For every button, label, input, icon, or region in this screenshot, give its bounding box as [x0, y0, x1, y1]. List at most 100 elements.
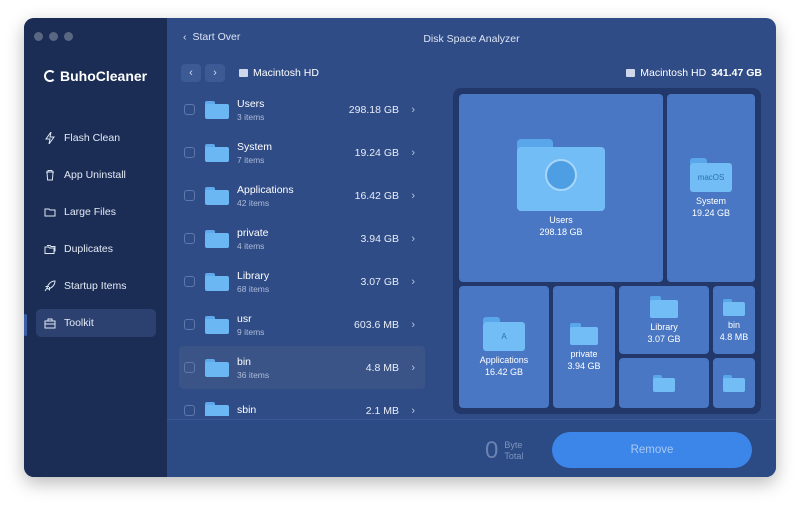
close-window-button[interactable] [34, 32, 43, 41]
item-size: 4.8 MB [365, 361, 399, 374]
sidebar-item-startup-items[interactable]: Startup Items [36, 272, 156, 300]
folder-icon [205, 143, 229, 162]
page-title: Disk Space Analyzer [423, 33, 520, 45]
row-checkbox[interactable] [184, 362, 195, 373]
tile-size: 16.42 GB [484, 367, 524, 377]
disk-summary: Macintosh HD 341.47 GB [626, 67, 762, 79]
selection-total: 0 Byte Total [485, 437, 523, 465]
treemap-tile-usr[interactable] [619, 358, 709, 408]
item-size: 2.1 MB [365, 404, 399, 417]
row-checkbox[interactable] [184, 276, 195, 287]
list-item[interactable]: private 4 items 3.94 GB › [179, 217, 425, 260]
treemap-tile-library[interactable]: Library 3.07 GB [619, 286, 709, 354]
item-size: 3.94 GB [360, 232, 399, 245]
disk-treemap: Users 298.18 GB macOS System 19.24 GB A … [453, 88, 761, 414]
treemap-tile-users[interactable]: Users 298.18 GB [459, 94, 663, 282]
row-checkbox[interactable] [184, 147, 195, 158]
chevron-right-icon[interactable]: › [411, 362, 415, 374]
item-count: 42 items [237, 197, 270, 208]
sidebar-item-flash-clean[interactable]: Flash Clean [36, 124, 156, 152]
row-checkbox[interactable] [184, 319, 195, 330]
app-brand: BuhoCleaner [44, 68, 147, 84]
list-item-selected[interactable]: bin 36 items 4.8 MB › [179, 346, 425, 389]
list-item[interactable]: usr 9 items 603.6 MB › [179, 303, 425, 346]
row-checkbox[interactable] [184, 104, 195, 115]
sidebar: BuhoCleaner Flash Clean App Uninstall La… [24, 18, 167, 477]
item-count: 4 items [237, 240, 265, 251]
tile-size: 4.8 MB [719, 331, 749, 342]
treemap-tile-system[interactable]: macOS System 19.24 GB [667, 94, 755, 282]
tile-name: Users [549, 215, 573, 225]
chevron-right-icon[interactable]: › [411, 147, 415, 159]
tile-name: System [695, 196, 726, 206]
active-nav-indicator [24, 314, 27, 336]
tile-size: 3.07 GB [647, 334, 681, 344]
list-item[interactable]: Users 3 items 298.18 GB › [179, 88, 425, 131]
chevron-left-icon: ‹ [189, 67, 193, 79]
treemap-tile-other[interactable] [713, 358, 755, 408]
applications-folder-icon: A [483, 317, 525, 351]
sidebar-item-label: Startup Items [64, 280, 127, 292]
chevron-right-icon[interactable]: › [411, 233, 415, 245]
item-size: 19.24 GB [354, 146, 399, 159]
app-window: BuhoCleaner Flash Clean App Uninstall La… [24, 18, 776, 477]
total-value: 0 [485, 437, 499, 464]
folder-icon [723, 374, 745, 392]
sidebar-item-large-files[interactable]: Large Files [36, 198, 156, 226]
disk-name: Macintosh HD [640, 67, 707, 79]
treemap-tile-private[interactable]: private 3.94 GB [553, 286, 615, 408]
row-checkbox[interactable] [184, 233, 195, 244]
item-size: 298.18 GB [348, 103, 399, 116]
tile-name: Applications [479, 355, 529, 365]
zoom-window-button[interactable] [64, 32, 73, 41]
list-item[interactable]: System 7 items 19.24 GB › [179, 131, 425, 174]
item-count: 36 items [237, 369, 270, 380]
chevron-right-icon[interactable]: › [411, 276, 415, 288]
chevron-right-icon: › [213, 67, 217, 79]
folder-icon [44, 208, 56, 217]
tile-name: Library [650, 322, 678, 332]
library-folder-icon [650, 296, 678, 318]
app-name: BuhoCleaner [60, 68, 148, 84]
sidebar-item-label: Large Files [64, 206, 116, 218]
folder-icon [205, 186, 229, 205]
nav-back-button[interactable]: ‹ [181, 64, 201, 82]
list-item[interactable]: sbin 2.1 MB › [179, 389, 425, 416]
tile-name: bin [727, 319, 740, 330]
chevron-right-icon[interactable]: › [411, 104, 415, 116]
sidebar-item-label: Toolkit [64, 317, 94, 329]
chevron-right-icon[interactable]: › [411, 319, 415, 331]
folder-icon [570, 323, 598, 345]
list-item[interactable]: Applications 42 items 16.42 GB › [179, 174, 425, 217]
path-navigation: ‹ › Macintosh HD [181, 64, 319, 82]
nav-forward-button[interactable]: › [205, 64, 225, 82]
item-name: bin [237, 355, 252, 368]
tile-size: 298.18 GB [539, 227, 583, 237]
sidebar-item-app-uninstall[interactable]: App Uninstall [36, 161, 156, 189]
buhocleaner-logo-icon [44, 70, 56, 82]
chevron-right-icon[interactable]: › [411, 405, 415, 417]
minimize-window-button[interactable] [49, 32, 58, 41]
folder-icon [653, 374, 675, 392]
treemap-tile-bin[interactable]: bin 4.8 MB [713, 286, 755, 354]
sidebar-item-duplicates[interactable]: Duplicates [36, 235, 156, 263]
footer-bar: 0 Byte Total Remove [167, 419, 776, 477]
row-checkbox[interactable] [184, 190, 195, 201]
file-list: Users 3 items 298.18 GB › System 7 items 1… [179, 88, 425, 416]
item-count: 3 items [237, 111, 265, 122]
item-name: usr [237, 312, 252, 325]
item-count: 7 items [237, 154, 265, 165]
row-checkbox[interactable] [184, 405, 195, 416]
folder-icon [205, 272, 229, 291]
sidebar-item-label: App Uninstall [64, 169, 126, 181]
folder-icon [205, 229, 229, 248]
tile-size: 19.24 GB [691, 208, 731, 218]
folder-icon [205, 358, 229, 377]
top-bar: ‹ Start Over Disk Space Analyzer [167, 18, 776, 58]
sidebar-item-toolkit[interactable]: Toolkit [36, 309, 156, 337]
breadcrumb: Macintosh HD [239, 67, 319, 79]
remove-button[interactable]: Remove [552, 432, 752, 468]
list-item[interactable]: Library 68 items 3.07 GB › [179, 260, 425, 303]
chevron-right-icon[interactable]: › [411, 190, 415, 202]
treemap-tile-applications[interactable]: A Applications 16.42 GB [459, 286, 549, 408]
